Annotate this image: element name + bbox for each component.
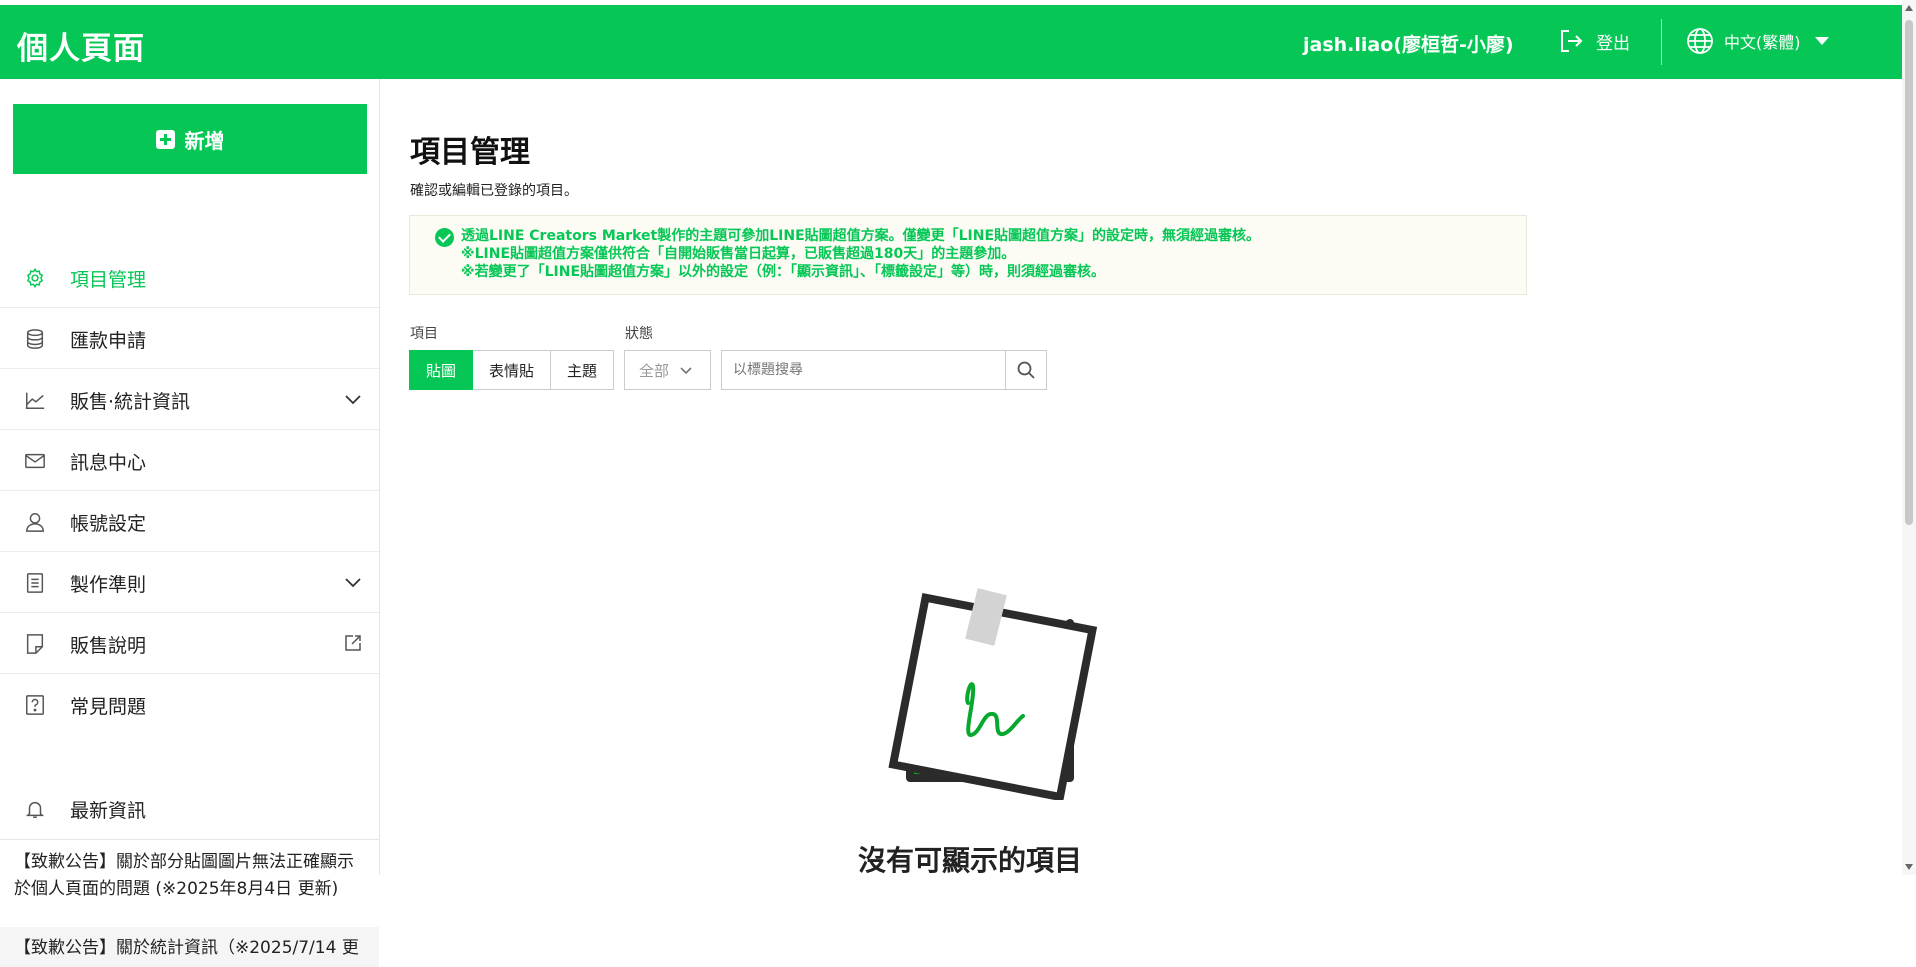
logout-label: 登出 bbox=[1596, 33, 1630, 54]
document-icon bbox=[26, 573, 44, 593]
sidebar-item-account-settings[interactable]: 帳號設定 bbox=[0, 491, 379, 552]
bell-icon bbox=[25, 801, 45, 818]
globe-icon bbox=[1687, 28, 1713, 54]
empty-state-text: 沒有可顯示的項目 bbox=[858, 844, 1083, 877]
news-item[interactable]: 【致歉公告】關於統計資訊（※2025/7/14 更 bbox=[0, 927, 379, 967]
tab-themes[interactable]: 主題 bbox=[551, 350, 614, 390]
notice-text: 透過LINE Creators Market製作的主題可參加LINE貼圖超值方案… bbox=[461, 227, 1260, 281]
sidebar-item-faq[interactable]: 常見問題 bbox=[0, 674, 379, 734]
page-subtitle: 確認或編輯已登錄的項目。 bbox=[410, 183, 578, 199]
sidebar-item-project-management[interactable]: 項目管理 bbox=[0, 247, 379, 308]
sidebar-item-label: 訊息中心 bbox=[70, 452, 147, 474]
user-icon bbox=[26, 513, 44, 532]
status-filter-label: 狀態 bbox=[625, 326, 653, 342]
status-select-value: 全部 bbox=[639, 361, 670, 380]
chevron-down-icon bbox=[1814, 37, 1829, 45]
notice-box: 透過LINE Creators Market製作的主題可參加LINE貼圖超值方案… bbox=[409, 215, 1527, 295]
sidebar-item-label: 販售‧統計資訊 bbox=[70, 391, 191, 413]
sidebar-item-label: 販售說明 bbox=[70, 635, 147, 657]
top-header: 個人頁面 jash.liao(廖桓哲-小廖) 登出 中文(繁體) bbox=[0, 5, 1902, 79]
search-icon bbox=[1017, 361, 1035, 379]
note-icon bbox=[26, 634, 44, 654]
notice-line: ※若變更了「LINE貼圖超值方案」以外的設定（例：「顯示資訊」、「標籤設定」等）… bbox=[461, 264, 1106, 280]
gear-icon bbox=[26, 267, 44, 289]
notice-line: 透過LINE Creators Market製作的主題可參加LINE貼圖超值方案… bbox=[461, 228, 1261, 244]
sidebar-item-label: 項目管理 bbox=[70, 269, 147, 291]
notice-line: ※LINE貼圖超值方案僅供符合「自開始販售當日起算，已販售超過180天」的主題參… bbox=[461, 246, 1016, 262]
search-box bbox=[721, 350, 1047, 390]
search-button[interactable] bbox=[1005, 351, 1046, 389]
question-icon bbox=[26, 695, 44, 715]
user-name: jash.liao(廖桓哲-小廖) bbox=[1303, 34, 1514, 56]
add-new-label: 新增 bbox=[184, 128, 225, 153]
page-brand-title[interactable]: 個人頁面 bbox=[17, 23, 145, 68]
item-type-tabs: 貼圖 表情貼 主題 bbox=[409, 350, 614, 390]
page-title: 項目管理 bbox=[410, 135, 530, 170]
header-divider bbox=[1661, 19, 1662, 65]
sidebar: 新增 項目管理 匯款申請 販售‧統計資訊 訊息中心 帳號設定 製作準則 販售說明… bbox=[0, 79, 380, 967]
chevron-down-icon bbox=[345, 578, 361, 588]
chevron-down-icon bbox=[345, 395, 361, 405]
database-icon bbox=[26, 329, 44, 349]
sidebar-item-remittance[interactable]: 匯款申請 bbox=[0, 308, 379, 369]
news-header-label: 最新資訊 bbox=[70, 800, 147, 822]
empty-state-illustration bbox=[888, 588, 1098, 800]
check-circle-icon bbox=[435, 228, 454, 247]
search-input[interactable] bbox=[722, 351, 1005, 389]
sidebar-item-label: 帳號設定 bbox=[70, 513, 147, 535]
sidebar-item-messages[interactable]: 訊息中心 bbox=[0, 430, 379, 491]
plus-icon bbox=[155, 129, 175, 149]
sidebar-item-label: 製作準則 bbox=[70, 574, 147, 596]
sidebar-item-guidelines[interactable]: 製作準則 bbox=[0, 552, 379, 613]
scrollbar[interactable] bbox=[1902, 0, 1916, 875]
sidebar-menu: 項目管理 匯款申請 販售‧統計資訊 訊息中心 帳號設定 製作準則 販售說明 常見… bbox=[0, 247, 379, 734]
logout-button[interactable]: 登出 bbox=[1558, 28, 1630, 54]
item-filter-label: 項目 bbox=[410, 326, 438, 342]
add-new-button[interactable]: 新增 bbox=[13, 104, 367, 174]
scroll-up-arrow-icon[interactable] bbox=[1905, 5, 1913, 11]
tab-emoji[interactable]: 表情貼 bbox=[473, 350, 551, 390]
language-selector[interactable]: 中文(繁體) bbox=[1686, 27, 1829, 55]
mail-icon bbox=[25, 453, 45, 469]
language-label: 中文(繁體) bbox=[1724, 33, 1801, 52]
news-header: 最新資訊 bbox=[0, 779, 379, 840]
status-select[interactable]: 全部 bbox=[624, 350, 711, 390]
news-item[interactable]: 【致歉公告】關於部分貼圖圖片無法正確顯示於個人頁面的問題 (※2025年8月4日… bbox=[0, 849, 379, 903]
chart-icon bbox=[25, 392, 45, 409]
sidebar-item-label: 常見問題 bbox=[70, 696, 147, 718]
chevron-down-icon bbox=[680, 367, 692, 375]
external-link-icon bbox=[345, 635, 361, 651]
sidebar-item-sales-guide[interactable]: 販售說明 bbox=[0, 613, 379, 674]
logout-icon bbox=[1561, 30, 1583, 52]
main-content: 項目管理 確認或編輯已登錄的項目。 透過LINE Creators Market… bbox=[380, 79, 1902, 877]
tab-stickers[interactable]: 貼圖 bbox=[409, 350, 473, 390]
sidebar-item-sales-stats[interactable]: 販售‧統計資訊 bbox=[0, 369, 379, 430]
sidebar-item-label: 匯款申請 bbox=[70, 330, 147, 352]
scroll-down-arrow-icon[interactable] bbox=[1905, 864, 1913, 870]
scrollbar-thumb[interactable] bbox=[1905, 20, 1913, 525]
